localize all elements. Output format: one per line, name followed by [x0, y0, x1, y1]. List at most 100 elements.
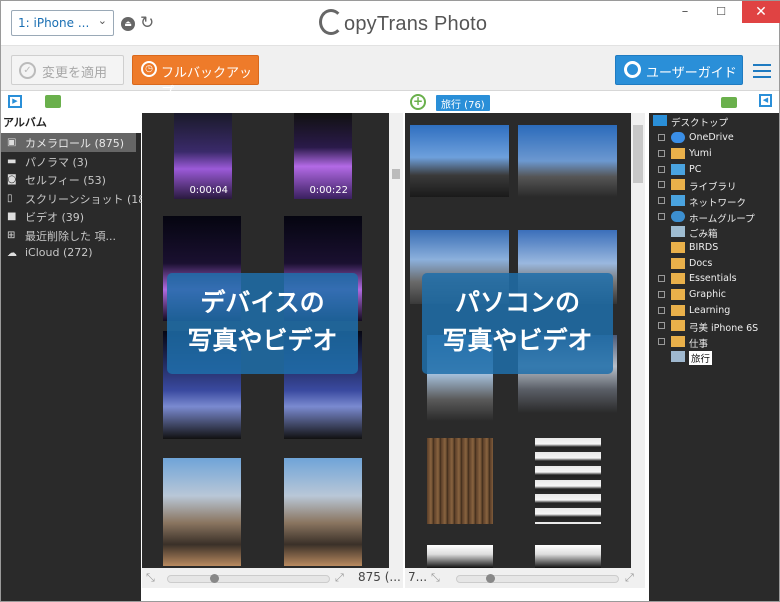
album-tag[interactable]: 旅行 (76) [436, 95, 490, 111]
photo-count: 7... [408, 570, 428, 584]
video-thumbnail[interactable]: 0:00:04 [174, 113, 232, 199]
add-icon[interactable]: + [410, 94, 426, 110]
album-item-camera-roll[interactable]: ▣ カメラロール (875) [1, 133, 136, 152]
expand-toggle[interactable] [658, 134, 665, 141]
album-label: iCloud (272) [25, 246, 93, 259]
overlay-line: パソコンの [454, 288, 580, 317]
folder-icon [671, 351, 685, 362]
expand-toggle[interactable] [658, 338, 665, 345]
zoom-slider[interactable] [456, 574, 619, 583]
tree-label: Graphic [689, 289, 727, 300]
slider-knob[interactable] [210, 574, 219, 583]
photo-thumbnail[interactable] [427, 545, 493, 568]
tree-label: Learning [689, 305, 731, 316]
tree-label: デスクトップ [671, 118, 729, 129]
title-bar: 1: iPhone ... ⌄ ⏏ ↻ opyTrans Photo – ☐ ✕ [1, 1, 780, 45]
left-pane-header: ▶ [1, 91, 141, 113]
maximize-button[interactable]: ☐ [703, 1, 739, 23]
pc-grid-scrollbar[interactable] [631, 113, 645, 568]
albums-icon[interactable] [45, 95, 61, 108]
device-grid-scrollbar[interactable] [389, 113, 403, 568]
album-label: スクリーンショット (18) [25, 192, 150, 206]
tree-label: PC [689, 164, 702, 175]
photo-count: 875 (... [358, 570, 401, 584]
user-guide-label: ユーザーガイド [646, 66, 737, 81]
pc-photos-overlay: パソコンの 写真やビデオ [422, 273, 613, 374]
tree-label: Yumi [689, 148, 712, 159]
zoom-slider[interactable] [167, 574, 330, 583]
app-window: 1: iPhone ... ⌄ ⏏ ↻ opyTrans Photo – ☐ ✕… [0, 0, 780, 602]
tree-label: ネットワーク [689, 198, 747, 209]
user-folder-icon [671, 148, 685, 159]
apply-changes-button[interactable]: ✓ 変更を適用 [11, 55, 124, 85]
network-icon [671, 195, 685, 206]
album-item-panorama[interactable]: ▬ パノラマ (3) [1, 152, 141, 171]
video-thumbnail[interactable]: 0:00:22 [294, 113, 352, 199]
tree-label: ホームグループ [689, 214, 755, 225]
copytrans-logo-icon [319, 9, 343, 35]
photo-thumbnail[interactable] [163, 458, 241, 566]
scrollbar-thumb[interactable] [392, 169, 400, 179]
tree-label: BIRDS [689, 242, 719, 253]
recycle-bin-icon [671, 226, 685, 237]
expand-icon[interactable]: ⤢ [335, 571, 344, 585]
check-icon: ✓ [19, 62, 36, 79]
user-guide-button[interactable]: ユーザーガイド [615, 55, 743, 85]
album-item-recently-deleted[interactable]: ⊞ 最近削除した 項... [1, 226, 141, 245]
expand-toggle[interactable] [658, 291, 665, 298]
album-label: パノラマ (3) [25, 155, 89, 169]
tree-label: 旅行 [689, 351, 713, 365]
eject-icon[interactable]: ⏏ [121, 17, 135, 31]
folder-icon [671, 258, 685, 269]
shrink-icon[interactable]: ⤡ [146, 571, 155, 585]
device-name: 1: iPhone ... [18, 16, 90, 30]
album-item-selfie[interactable]: ◙ セルフィー (53) [1, 170, 141, 189]
new-folder-icon[interactable] [721, 97, 737, 108]
shrink-icon[interactable]: ⤡ [431, 571, 440, 585]
refresh-icon[interactable]: ↻ [140, 13, 154, 33]
full-backup-label: フルバックアップ [161, 66, 253, 100]
expand-toggle[interactable] [658, 181, 665, 188]
expand-toggle[interactable] [658, 166, 665, 173]
library-icon [671, 179, 685, 190]
expand-icon[interactable]: ⤢ [625, 571, 634, 585]
scrollbar-thumb[interactable] [633, 125, 643, 183]
folder-icon [671, 336, 685, 347]
device-grid-footer: ⤡ ⤢ 875 (... [142, 568, 403, 588]
expand-toggle[interactable] [658, 307, 665, 314]
overlay-line: デバイスの [200, 288, 325, 317]
photo-thumbnail[interactable] [535, 438, 601, 524]
panorama-icon: ▬ [7, 155, 17, 167]
album-item-icloud[interactable]: ☁ iCloud (272) [1, 244, 141, 263]
expand-toggle[interactable] [658, 197, 665, 204]
expand-toggle[interactable] [658, 213, 665, 220]
pc-pane-header: + 旅行 (76) [405, 91, 649, 113]
menu-icon[interactable] [753, 64, 771, 78]
video-icon: ■ [7, 211, 17, 222]
photo-thumbnail[interactable] [427, 438, 493, 524]
photo-thumbnail[interactable] [535, 545, 601, 568]
close-button[interactable]: ✕ [742, 1, 780, 23]
expand-panel-icon[interactable]: ▶ [8, 95, 22, 108]
homegroup-icon [671, 211, 685, 222]
apply-changes-label: 変更を適用 [42, 66, 108, 81]
expand-toggle[interactable] [658, 150, 665, 157]
album-item-video[interactable]: ■ ビデオ (39) [1, 207, 141, 226]
photo-thumbnail[interactable] [410, 125, 509, 197]
minimize-button[interactable]: – [667, 1, 703, 23]
expand-toggle[interactable] [658, 322, 665, 329]
pc-icon [671, 164, 685, 175]
slider-knob[interactable] [486, 574, 495, 583]
album-item-screenshot[interactable]: ▯ スクリーンショット (18) [1, 189, 150, 208]
folder-icon [671, 273, 685, 284]
expand-toggle[interactable] [658, 275, 665, 282]
album-label: セルフィー (53) [25, 174, 106, 187]
full-backup-button[interactable]: ◷ フルバックアップ [132, 55, 259, 100]
app-title-text: opyTrans Photo [344, 13, 488, 35]
tree-label: 弓美 iPhone 6S [689, 323, 759, 334]
photo-thumbnail[interactable] [518, 125, 617, 197]
video-duration: 0:00:04 [189, 185, 228, 196]
device-selector[interactable]: 1: iPhone ... ⌄ [11, 10, 114, 36]
collapse-panel-icon[interactable]: ◀ [759, 94, 772, 107]
photo-thumbnail[interactable] [284, 458, 362, 566]
